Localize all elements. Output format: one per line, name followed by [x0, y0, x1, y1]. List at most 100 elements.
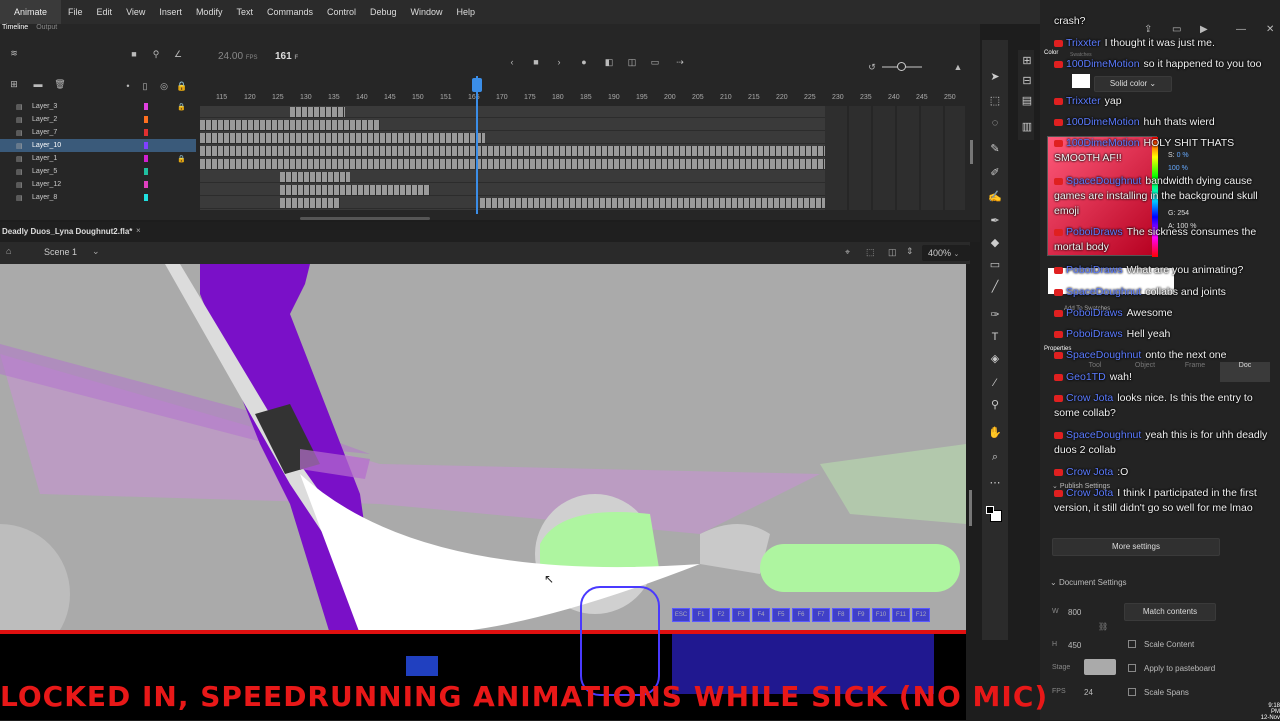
layers-icon[interactable]: ≋	[8, 47, 20, 59]
layer-color-swatch[interactable]	[144, 129, 148, 136]
stage-canvas[interactable]: ↖	[0, 264, 966, 634]
line-tool-icon[interactable]: ╱	[988, 280, 1002, 294]
timeline-scrollbar[interactable]	[300, 217, 430, 220]
scale-spans-checkbox[interactable]	[1128, 688, 1136, 696]
layer-color-swatch[interactable]	[144, 168, 148, 175]
lasso-tool-icon[interactable]: ◌	[988, 116, 1002, 130]
new-folder-icon[interactable]: ▬	[32, 78, 44, 90]
layer-row[interactable]: ▤ Layer_8	[0, 191, 196, 204]
graph-icon[interactable]: ∠	[172, 48, 184, 60]
playhead-handle[interactable]	[472, 78, 482, 92]
frame-grid[interactable]	[200, 106, 825, 210]
menu-commands[interactable]: Commands	[260, 7, 320, 17]
undo-zoom-icon[interactable]: ↺	[866, 61, 878, 73]
eyedropper-icon[interactable]: ⁄	[988, 376, 1002, 390]
menu-debug[interactable]: Debug	[363, 7, 404, 17]
zoom-field[interactable]: 400% ⌄	[922, 245, 970, 261]
visibility-icon[interactable]: ◎	[158, 80, 170, 92]
stepper-icon[interactable]: ⇕	[906, 246, 914, 257]
vertical-scrollbar[interactable]	[970, 140, 973, 164]
onion-skin-icon[interactable]: ◧	[603, 56, 615, 68]
height-value[interactable]: 450	[1068, 641, 1081, 650]
close-tab-icon[interactable]: ×	[136, 226, 141, 235]
apply-pasteboard-checkbox[interactable]	[1128, 664, 1136, 672]
outline-icon[interactable]: ▯	[139, 80, 151, 92]
layer-row[interactable]: ▤ Layer_2	[0, 113, 196, 126]
fps-field[interactable]: 24	[1084, 688, 1093, 697]
selection-tool-icon[interactable]: ➤	[988, 70, 1002, 84]
layer-row[interactable]: ▤ Layer_5	[0, 165, 196, 178]
stage-color-swatch[interactable]	[1084, 659, 1116, 675]
menu-modify[interactable]: Modify	[189, 7, 230, 17]
stop-icon[interactable]: ■	[530, 56, 542, 68]
menu-help[interactable]: Help	[450, 7, 483, 17]
loop-icon[interactable]: ●	[578, 56, 590, 68]
paint-bucket-icon[interactable]: ◈	[988, 352, 1002, 366]
layer-lock-icon[interactable]: 🔒	[177, 155, 186, 163]
layer-row[interactable]: ▤ Layer_12	[0, 178, 196, 191]
link-dimensions-icon[interactable]: ⛓	[1098, 622, 1108, 631]
layer-row[interactable]: ▤ Layer_1 🔒	[0, 152, 196, 165]
stage-scrollbar[interactable]	[969, 490, 972, 526]
parent-view-icon[interactable]: ⚲	[150, 48, 162, 60]
color-panel-icon[interactable]: ⊞	[1020, 54, 1034, 68]
scene-dropdown-icon[interactable]: ⌄	[92, 246, 100, 257]
insert-tween-icon[interactable]: ⇢	[674, 56, 686, 68]
highlight-icon[interactable]: •	[122, 80, 134, 92]
layer-row[interactable]: ▤ Layer_7	[0, 126, 196, 139]
paint-brush-icon[interactable]: ✍	[988, 190, 1002, 204]
text-tool-icon[interactable]: T	[988, 330, 1002, 344]
brush-tool-icon[interactable]: ✐	[988, 166, 1002, 180]
hand-tool-icon[interactable]: ✋	[988, 426, 1002, 440]
width-value[interactable]: 800	[1068, 608, 1081, 617]
layer-row[interactable]: ▤ Layer_10	[0, 139, 196, 152]
library-icon[interactable]: ▤	[1020, 94, 1034, 108]
menu-edit[interactable]: Edit	[90, 7, 120, 17]
center-stage-icon[interactable]: ⌖	[845, 247, 850, 258]
timeline-zoom-handle[interactable]	[897, 62, 906, 71]
onion-outline-icon[interactable]: ◫	[626, 56, 638, 68]
collapse-icon[interactable]: ▲	[952, 61, 964, 73]
more-settings-button[interactable]: More settings	[1052, 538, 1220, 556]
assets-icon[interactable]: ▥	[1020, 120, 1034, 134]
layer-color-swatch[interactable]	[144, 155, 148, 162]
clip-icon[interactable]: ⬚	[866, 247, 875, 258]
layer-color-swatch[interactable]	[144, 181, 148, 188]
stroke-color-swatch[interactable]	[986, 506, 994, 514]
document-tab[interactable]: Deadly Duos_Lyna Doughnut2.fla*	[2, 227, 132, 236]
eraser-tool-icon[interactable]: ◆	[988, 236, 1002, 250]
playhead[interactable]	[476, 76, 478, 214]
fill-type-dropdown[interactable]: Solid color ⌄	[1094, 76, 1172, 92]
layer-color-swatch[interactable]	[144, 103, 148, 110]
fluid-brush-icon[interactable]: ✒	[988, 214, 1002, 228]
camera-icon[interactable]: ■	[128, 48, 140, 60]
match-contents-button[interactable]: Match contents	[1124, 603, 1216, 621]
scene-label[interactable]: Scene 1	[44, 247, 77, 257]
rotate-icon[interactable]: ◫	[888, 247, 897, 258]
layer-lock-icon[interactable]: 🔒	[177, 103, 186, 111]
subselection-tool-icon[interactable]: ⬚	[988, 94, 1002, 108]
delete-layer-icon[interactable]: 🗑	[54, 78, 66, 90]
pen-tool-icon[interactable]: ✑	[988, 308, 1002, 322]
layer-row[interactable]: ▤ Layer_3 🔒	[0, 100, 196, 113]
tab-output[interactable]: Output	[36, 24, 57, 31]
rectangle-tool-icon[interactable]: ▭	[988, 258, 1002, 272]
menu-file[interactable]: File	[61, 7, 90, 17]
zoom-tool-icon[interactable]: ⌕	[988, 450, 1002, 464]
swatches-icon[interactable]: ⊟	[1020, 74, 1034, 88]
layer-color-swatch[interactable]	[144, 116, 148, 123]
more-tools-icon[interactable]: ⋯	[988, 476, 1002, 490]
layer-color-swatch[interactable]	[144, 142, 148, 149]
menu-control[interactable]: Control	[320, 7, 363, 17]
menu-insert[interactable]: Insert	[152, 7, 189, 17]
menu-text[interactable]: Text	[229, 7, 260, 17]
frame-ruler[interactable]: 115 120 125 130 135 140 145 150 151 165 170 175 180 1…	[200, 92, 970, 106]
document-settings-header[interactable]: ⌄ Document Settings	[1050, 578, 1127, 587]
new-layer-icon[interactable]: ⊞	[8, 78, 20, 90]
edit-multiple-icon[interactable]: ▭	[649, 56, 661, 68]
pencil-tool-icon[interactable]: ✎	[988, 142, 1002, 156]
menu-window[interactable]: Window	[404, 7, 450, 17]
menu-view[interactable]: View	[119, 7, 152, 17]
prev-frame-icon[interactable]: ‹	[506, 56, 518, 68]
next-frame-icon[interactable]: ›	[553, 56, 565, 68]
